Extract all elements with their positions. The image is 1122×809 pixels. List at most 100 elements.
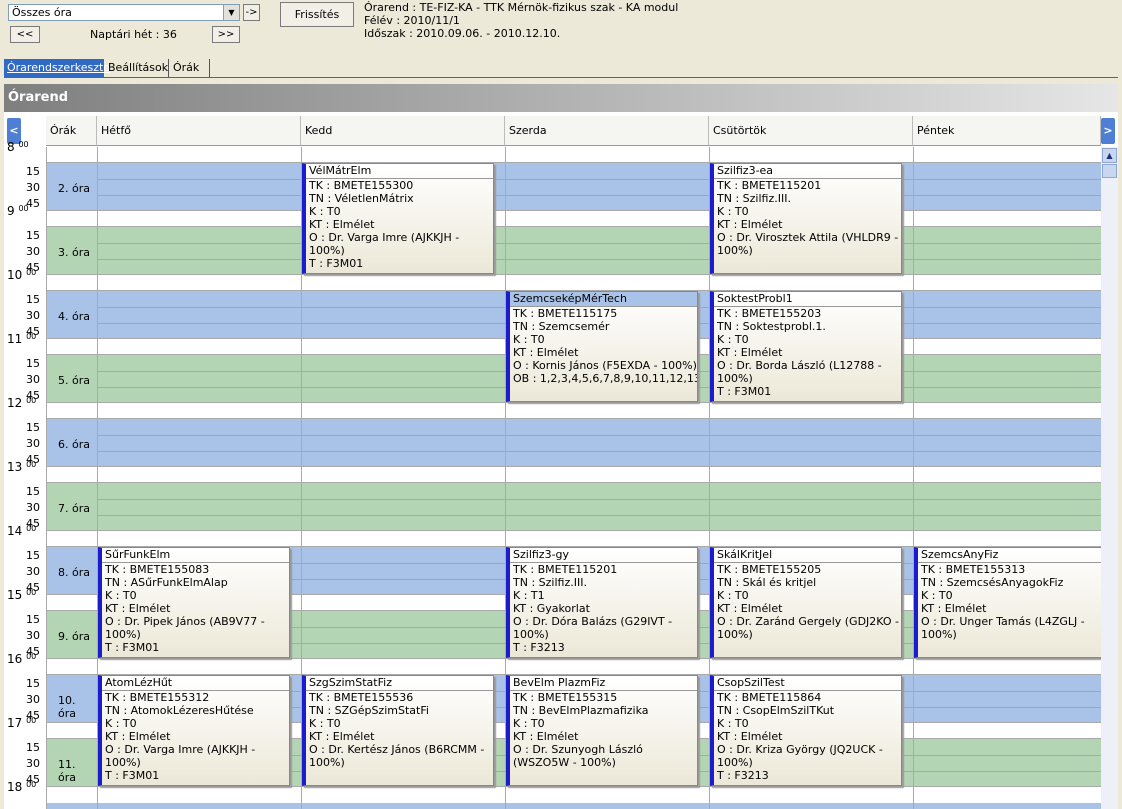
spacer-row [46, 659, 1101, 675]
course-event-t: T : F3M01 [309, 257, 364, 270]
quarter-label: 30 [26, 373, 40, 386]
hour-label: 16 00 [7, 652, 37, 666]
course-event-kt: KT : Elmélet [105, 602, 171, 615]
tab-orak[interactable]: Órák [170, 59, 210, 77]
prev-week-button[interactable]: << [10, 26, 40, 43]
quarter-line [97, 435, 1101, 436]
header-day: Péntek [913, 116, 1101, 146]
course-event-o: O : Dr. Zaránd Gergely (GDJ2KO - 100%) [717, 615, 900, 641]
course-event-tn: TN : SzemcsésAnyagokFiz [921, 576, 1064, 589]
course-event-tk: TK : BMETE155315 [513, 691, 618, 704]
course-event-kt: KT : Elmélet [309, 218, 375, 231]
scroll-up-icon[interactable]: ▲ [1102, 148, 1117, 163]
course-event[interactable]: Szilfiz3-ea TK : BMETE115201 TN : Szilfiz.… [710, 163, 902, 274]
course-event-kt: KT : Elmélet [717, 218, 783, 231]
course-event-kt: KT : Elmélet [921, 602, 987, 615]
course-event-tn: TN : AtomokLézeresHűtése [105, 704, 254, 717]
refresh-button[interactable]: Frissítés [280, 2, 354, 27]
course-event-tk: TK : BMETE155536 [309, 691, 414, 704]
hours-filter-value: Összes óra [12, 6, 72, 19]
course-event[interactable]: SzemcseképMérTech TK : BMETE115175 TN : Sz… [506, 291, 698, 402]
course-event-o: O : Kornis János (F5EXDA - 100%) [513, 359, 697, 372]
header-day: Kedd [301, 116, 505, 146]
quarter-line [97, 499, 1101, 500]
course-event-tn: TN : Szilfiz.III. [513, 576, 587, 589]
course-event-tn: TN : Szemcsemér [513, 320, 610, 333]
course-event-t: T : F3213 [717, 769, 769, 782]
course-event-k: K : T0 [717, 333, 749, 346]
quarter-label: 30 [26, 757, 40, 770]
vertical-scrollbar[interactable]: ▲ [1101, 147, 1118, 809]
hour-label: 15 00 [7, 588, 37, 602]
period-label: 9. óra [58, 630, 90, 643]
course-event-title: SűrFunkElm [102, 548, 289, 563]
course-event-kt: KT : Elmélet [717, 346, 783, 359]
hour-label: 18 00 [7, 780, 37, 794]
course-event-tk: TK : BMETE155083 [105, 563, 210, 576]
course-event-k: K : T0 [717, 205, 749, 218]
period-label: 11. óra [58, 758, 76, 784]
quarter-line [97, 515, 1101, 516]
quarter-label: 15 [26, 421, 40, 434]
course-event-kt: KT : Gyakorlat [513, 602, 590, 615]
course-event-kt: KT : Elmélet [513, 730, 579, 743]
course-event[interactable]: SzemcsAnyFiz TK : BMETE155313 TN : Szemcsé… [914, 547, 1102, 658]
course-event[interactable]: SűrFunkElm TK : BMETE155083 TN : ASűrFunkE… [98, 547, 290, 658]
course-event-t: T : F3M01 [105, 769, 160, 782]
course-event-o: O : Dr. Pipek János (AB9V77 - 100%) [105, 615, 265, 641]
go-button[interactable]: -> [243, 4, 260, 21]
course-event[interactable]: BevElm PlazmFiz TK : BMETE155315 TN : BevE… [506, 675, 698, 786]
course-event-tk: TK : BMETE115175 [513, 307, 618, 320]
quarter-label: 30 [26, 501, 40, 514]
quarter-label: 30 [26, 629, 40, 642]
scroll-right-button[interactable]: > [1101, 118, 1115, 144]
course-event-k: K : T0 [513, 333, 545, 346]
tab-beallitasok[interactable]: Beállítások [105, 59, 169, 77]
course-event-o: O : Dr. Varga Imre (AJKKJH - 100%) [105, 743, 256, 769]
course-event-o: O : Dr. Virosztek Attila (VHLDR9 - 100%) [717, 231, 899, 257]
tab-orarendszerkeszto[interactable]: Órarendszerkeszto [4, 59, 110, 77]
course-event-tn: TN : ASűrFunkElmAlap [105, 576, 228, 589]
hour-label: 9 00 [7, 204, 29, 218]
period-label: 3. óra [58, 246, 90, 259]
next-week-button[interactable]: >> [212, 26, 240, 43]
course-event-title: SzemcsAnyFiz [918, 548, 1101, 563]
course-event[interactable]: SzgSzimStatFiz TK : BMETE155536 TN : SZGép… [302, 675, 494, 786]
course-event-k: K : T0 [921, 589, 953, 602]
hours-filter-select[interactable]: Összes óra ▼ [8, 4, 240, 21]
time-column: 8 00 15 30 45 9 00 15 30 45 10 00 15 30 45 11 00 15 30… [4, 140, 46, 809]
header-day: Szerda [505, 116, 709, 146]
quarter-label: 15 [26, 293, 40, 306]
course-event-title: VélMátrElm [306, 164, 493, 179]
quarter-label: 15 [26, 229, 40, 242]
course-event-tk: TK : BMETE155300 [309, 179, 414, 192]
course-event-title: CsopSzilTest [714, 676, 901, 691]
quarter-label: 15 [26, 677, 40, 690]
chevron-down-icon[interactable]: ▼ [223, 5, 239, 20]
course-event-k: K : T0 [105, 589, 137, 602]
hour-label: 11 00 [7, 332, 37, 346]
course-event[interactable]: SkálKritJel TK : BMETE155205 TN : Skál és … [710, 547, 902, 658]
quarter-label: 15 [26, 165, 40, 178]
course-event-kt: KT : Elmélet [717, 602, 783, 615]
course-event-tk: TK : BMETE115864 [717, 691, 822, 704]
tab-divider [4, 77, 1118, 78]
course-event[interactable]: VélMátrElm TK : BMETE155300 TN : VéletlenM… [302, 163, 494, 274]
hour-label: 17 00 [7, 716, 37, 730]
course-event-o: O : Dr. Kertész János (B6RCMM - 100%) [309, 743, 485, 769]
quarter-line [97, 451, 1101, 452]
course-event-title: Szilfiz3-gy [510, 548, 697, 563]
course-event-tn: TN : VéletlenMátrix [309, 192, 414, 205]
hour-label: 14 00 [7, 524, 37, 538]
spacer-row [46, 147, 1101, 163]
course-event[interactable]: SoktestProbl1 TK : BMETE155203 TN : Soktes… [710, 291, 902, 402]
info-semester: Félév : 2010/11/1 [364, 14, 460, 27]
course-event[interactable]: AtomLézHűt TK : BMETE155312 TN : AtomokLéz… [98, 675, 290, 786]
course-event-title: SkálKritJel [714, 548, 901, 563]
course-event-tk: TK : BMETE155205 [717, 563, 822, 576]
course-event[interactable]: Szilfiz3-gy TK : BMETE115201 TN : Szilfiz.… [506, 547, 698, 658]
course-event-k: K : T0 [309, 717, 341, 730]
scroll-thumb[interactable] [1102, 164, 1117, 178]
column-divider [46, 147, 47, 809]
course-event[interactable]: CsopSzilTest TK : BMETE115864 TN : CsopElm… [710, 675, 902, 786]
